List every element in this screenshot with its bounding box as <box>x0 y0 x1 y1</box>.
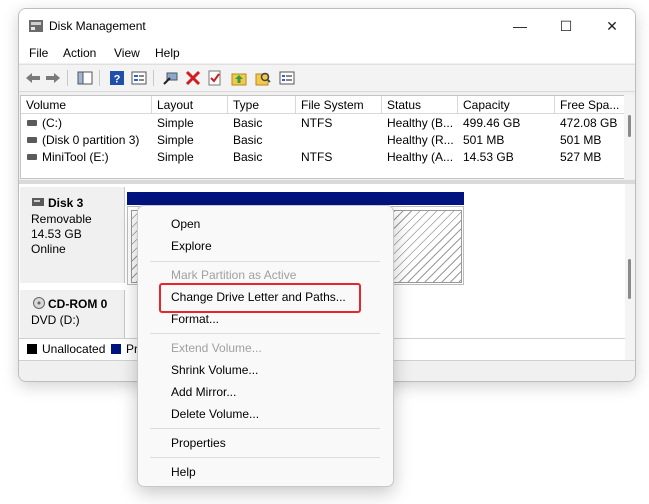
volume-capacity: 501 MB <box>463 133 505 147</box>
volume-file-system: NTFS <box>301 150 333 164</box>
disk-name: Disk 3 <box>48 196 84 210</box>
menu-item-delete-volume[interactable]: Delete Volume... <box>171 407 259 421</box>
highlight-box <box>159 283 361 313</box>
delete-icon[interactable] <box>185 70 201 86</box>
disk-size: 14.53 GB <box>31 227 82 241</box>
disk-icon <box>32 198 44 206</box>
legend-swatch-unallocated <box>27 344 37 354</box>
volume-layout: Simple <box>157 133 194 147</box>
connect-icon[interactable] <box>163 70 179 86</box>
volume-status: Healthy (R... <box>387 133 454 147</box>
menu-item-shrink-volume[interactable]: Shrink Volume... <box>171 363 258 377</box>
menu-separator <box>150 261 380 262</box>
column-header-file-system[interactable]: File System <box>296 96 382 114</box>
back-arrow-icon[interactable] <box>25 70 41 86</box>
scrollbar-thumb[interactable] <box>628 115 631 137</box>
column-header-free-space[interactable]: Free Spa... <box>555 96 625 114</box>
title-bar: Disk Management — ☐ ✕ <box>19 9 635 43</box>
volume-free-space: 527 MB <box>560 150 602 164</box>
menu-view[interactable]: View <box>114 46 140 60</box>
menu-action[interactable]: Action <box>63 46 96 60</box>
drive-icon <box>27 154 37 160</box>
legend-label-unallocated: Unallocated <box>42 342 106 356</box>
toolbar-separator <box>99 70 100 86</box>
volume-free-space: 472.08 GB <box>560 116 618 130</box>
up-folder-icon[interactable] <box>231 70 247 86</box>
disk-3-label[interactable]: Disk 3 Removable 14.53 GB Online <box>20 187 125 283</box>
checkmark-icon[interactable] <box>207 70 223 86</box>
volume-name: (C:) <box>42 116 62 130</box>
menu-item-explore[interactable]: Explore <box>171 239 212 253</box>
forward-arrow-icon[interactable] <box>45 70 61 86</box>
menu-separator <box>150 457 380 458</box>
disk-name: CD-ROM 0 <box>48 297 108 311</box>
properties-icon[interactable] <box>131 70 147 86</box>
volume-name: MiniTool (E:) <box>42 150 109 164</box>
menu-item-extend-volume: Extend Volume... <box>171 341 262 355</box>
volume-layout: Simple <box>157 150 194 164</box>
column-header-status[interactable]: Status <box>382 96 458 114</box>
column-header-type[interactable]: Type <box>228 96 296 114</box>
volume-file-system: NTFS <box>301 116 333 130</box>
menu-item-add-mirror[interactable]: Add Mirror... <box>171 385 236 399</box>
scrollbar-thumb[interactable] <box>628 259 631 299</box>
svg-text:?: ? <box>114 74 121 86</box>
volume-layout: Simple <box>157 116 194 130</box>
column-header-layout[interactable]: Layout <box>152 96 228 114</box>
menu-separator <box>150 428 380 429</box>
volume-capacity: 499.46 GB <box>463 116 521 130</box>
cd-rom-0-label[interactable]: CD-ROM 0 DVD (D:) <box>20 290 125 340</box>
volume-type: Basic <box>233 116 263 130</box>
toolbar-separator <box>153 70 154 86</box>
disk-pane-scrollbar[interactable] <box>625 184 635 360</box>
menu-item-help[interactable]: Help <box>171 465 196 479</box>
volume-capacity: 14.53 GB <box>463 150 514 164</box>
volume-status: Healthy (B... <box>387 116 454 130</box>
toolbar: ? <box>19 64 635 92</box>
drive-icon <box>27 120 37 126</box>
volume-name: (Disk 0 partition 3) <box>42 133 140 147</box>
menu-item-open[interactable]: Open <box>171 217 200 231</box>
volume-list: Volume Layout Type File System Status Ca… <box>20 95 626 179</box>
close-button[interactable]: ✕ <box>589 13 635 39</box>
window-title: Disk Management <box>49 19 146 33</box>
toolbar-separator <box>67 70 68 86</box>
drive-icon <box>27 137 37 143</box>
volume-free-space: 501 MB <box>560 133 602 147</box>
menu-item-mark-partition-active: Mark Partition as Active <box>171 268 297 282</box>
minimize-button[interactable]: — <box>497 13 543 39</box>
column-header-capacity[interactable]: Capacity <box>458 96 555 114</box>
menu-bar: File Action View Help <box>19 43 635 63</box>
volume-list-scrollbar[interactable] <box>624 95 635 179</box>
volume-status: Healthy (A... <box>387 150 454 164</box>
menu-item-format[interactable]: Format... <box>171 312 219 326</box>
column-header-volume[interactable]: Volume <box>21 96 152 114</box>
volume-type: Basic <box>233 133 263 147</box>
disk-kind: Removable <box>31 212 92 226</box>
cd-rom-icon <box>33 297 45 309</box>
context-menu: Open Explore Mark Partition as Active Ch… <box>137 205 394 487</box>
maximize-button[interactable]: ☐ <box>543 13 589 39</box>
menu-item-properties[interactable]: Properties <box>171 436 226 450</box>
disk-kind: DVD (D:) <box>31 313 80 327</box>
menu-file[interactable]: File <box>29 46 48 60</box>
disk-management-icon <box>29 20 43 32</box>
menu-separator <box>150 333 380 334</box>
help-icon[interactable]: ? <box>109 70 125 86</box>
legend-swatch-primary <box>111 344 121 354</box>
volume-type: Basic <box>233 150 263 164</box>
console-tree-icon[interactable] <box>77 70 93 86</box>
menu-help[interactable]: Help <box>155 46 180 60</box>
disk-state: Online <box>31 242 66 256</box>
partition-header-bar <box>127 192 464 205</box>
search-folder-icon[interactable] <box>255 70 271 86</box>
list-icon[interactable] <box>279 70 295 86</box>
